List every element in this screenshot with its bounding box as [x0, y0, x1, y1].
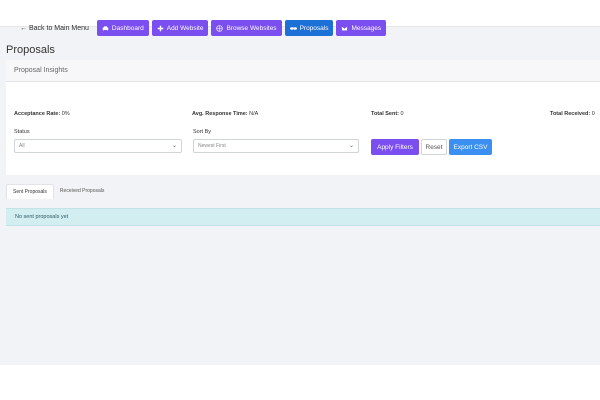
arrow-left-icon: ←	[20, 24, 27, 32]
total-received-value: 0	[591, 111, 595, 117]
car-icon	[102, 25, 109, 31]
proposals-button-label: Proposals	[299, 24, 329, 32]
plus-icon	[157, 25, 164, 31]
messages-button-label: Messages	[351, 24, 382, 32]
back-link-label: Back to Main Menu	[29, 24, 89, 32]
chevron-down-icon: ⌄	[348, 143, 354, 149]
sort-by-select[interactable]: Newest First ⌄	[193, 139, 359, 153]
total-sent-label: Total Sent:	[371, 111, 400, 117]
response-time-stat: Avg. Response Time: N/A	[192, 111, 258, 117]
response-time-value: N/A	[249, 111, 259, 117]
tab-sent-label: Sent Proposals	[13, 189, 47, 195]
footer-area	[0, 365, 600, 400]
acceptance-rate-value: 0%	[61, 111, 70, 117]
total-received-label: Total Received:	[550, 111, 591, 117]
browse-websites-button[interactable]: Browse Websites	[211, 20, 282, 36]
acceptance-rate-label: Acceptance Rate:	[14, 111, 61, 117]
insights-header: Proposal Insights	[6, 60, 600, 82]
status-label: Status	[14, 129, 30, 135]
chevron-down-icon: ⌄	[171, 143, 177, 149]
filters-card: Status All ⌄ Sort By Newest First ⌄ Appl…	[6, 119, 600, 175]
tab-received-label: Received Proposals	[59, 188, 105, 194]
tab-sent-proposals[interactable]: Sent Proposals	[6, 184, 54, 199]
empty-state-text: No sent proposals yet	[15, 214, 69, 220]
export-csv-label: Export CSV	[453, 143, 488, 151]
nav-bar: ← Back to Main Menu Dashboard Add Websit…	[20, 20, 387, 36]
reset-button[interactable]: Reset	[421, 139, 447, 155]
apply-filters-label: Apply Filters	[377, 143, 413, 151]
total-received-stat: Total Received: 0	[550, 111, 595, 117]
add-website-button[interactable]: Add Website	[151, 20, 209, 36]
browse-websites-button-label: Browse Websites	[226, 24, 277, 32]
messages-button[interactable]: Messages	[336, 20, 387, 36]
sort-by-label: Sort By	[193, 129, 212, 135]
sort-by-select-value: Newest First	[198, 143, 226, 149]
dashboard-button-label: Dashboard	[111, 24, 144, 32]
proposal-tabs: Sent Proposals Received Proposals	[6, 184, 110, 199]
reset-label: Reset	[425, 143, 443, 151]
handshake-icon	[289, 26, 297, 30]
proposals-button[interactable]: Proposals	[284, 20, 334, 36]
export-csv-button[interactable]: Export CSV	[449, 139, 492, 155]
tab-received-proposals[interactable]: Received Proposals	[54, 184, 110, 198]
back-to-main-menu-link[interactable]: ← Back to Main Menu	[20, 25, 89, 32]
dashboard-button[interactable]: Dashboard	[96, 20, 149, 36]
add-website-button-label: Add Website	[166, 24, 204, 32]
apply-filters-button[interactable]: Apply Filters	[371, 139, 419, 155]
response-time-label: Avg. Response Time:	[192, 111, 248, 117]
total-sent-value: 0	[400, 111, 404, 117]
envelope-icon	[341, 25, 348, 31]
acceptance-rate-stat: Acceptance Rate: 0%	[14, 111, 70, 117]
page-title: Proposals	[6, 44, 55, 56]
empty-state-notice: No sent proposals yet	[6, 208, 600, 226]
status-select[interactable]: All ⌄	[14, 139, 182, 153]
globe-icon	[216, 24, 224, 32]
total-sent-stat: Total Sent: 0	[371, 111, 404, 117]
status-select-value: All	[19, 143, 25, 149]
